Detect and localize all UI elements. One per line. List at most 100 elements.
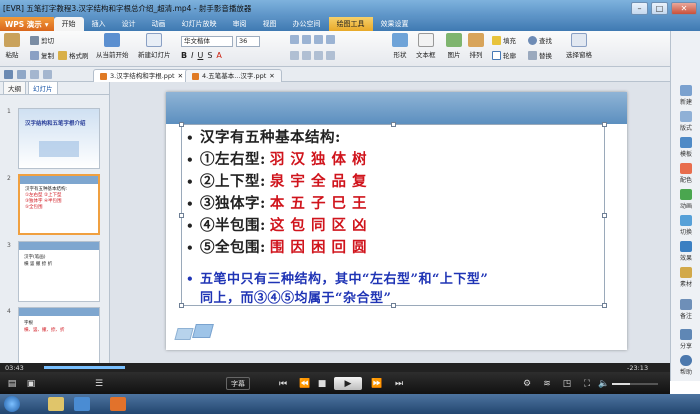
from-current-button[interactable]: 从当前开始 [96, 33, 129, 59]
slide-thumbnail-2[interactable]: 汉字有五种基本结构: ①左右型 ②上下型 ③独体字 ④半包围 ⑤全包围 [18, 174, 100, 235]
format-painter-button[interactable]: 格式刷 [58, 50, 89, 60]
close-tab-icon[interactable]: ✕ [269, 70, 274, 82]
tab-drawing-tools[interactable]: 绘图工具 [328, 17, 373, 31]
redo-icon[interactable] [43, 70, 52, 79]
sidebar-animation[interactable]: 动画 [673, 189, 699, 210]
fill-button[interactable]: 填充 [492, 35, 516, 45]
tab-slides[interactable]: 幻灯片 [28, 82, 58, 94]
start-button-icon[interactable] [4, 396, 20, 412]
tab-slideshow[interactable]: 幻灯片放映 [174, 17, 225, 31]
resize-handle[interactable] [179, 213, 184, 218]
find-button[interactable]: 查找 [528, 35, 552, 45]
doc-tab-2[interactable]: 4.五笔基本...汉字.ppt ✕ [185, 69, 282, 82]
slide-thumbnail-3[interactable]: 汉字(笔画) 横 竖 撇 捺 折 [18, 241, 100, 302]
sidebar-materials[interactable]: 素材 [673, 267, 699, 288]
fullscreen-icon[interactable]: ⛶ [580, 377, 594, 390]
maximize-button[interactable]: □ [651, 2, 668, 15]
sidebar-layout[interactable]: 版式 [673, 111, 699, 132]
resize-handle[interactable] [179, 122, 184, 127]
undo-icon[interactable] [30, 70, 39, 79]
sidebar-notes[interactable]: 备注 [673, 299, 699, 320]
doc-tab-1[interactable]: 3.汉字结构和字根.ppt ✕ [93, 69, 191, 82]
tab-effect-settings[interactable]: 效果设置 [373, 17, 417, 31]
volume-icon[interactable]: 🔈 [598, 377, 610, 390]
print-icon[interactable] [17, 70, 26, 79]
current-slide[interactable]: • 汉字有五种基本结构: • ①左右型: 羽 汉 独 体 树 • ②上下型: 泉 宇 全 … [166, 92, 627, 350]
pip-icon[interactable]: ◳ [560, 377, 574, 390]
transition-icon [680, 215, 692, 226]
copy-button[interactable]: 复制 [30, 50, 54, 60]
outline-button[interactable]: 轮廓 [492, 50, 516, 60]
seek-bar[interactable] [0, 363, 670, 372]
replace-button[interactable]: 替换 [528, 50, 552, 60]
forward-icon[interactable]: ⏩ [370, 377, 384, 390]
tab-review[interactable]: 审阅 [225, 17, 255, 31]
new-slide-button[interactable]: 新建幻灯片 [138, 33, 171, 59]
resize-handle[interactable] [602, 213, 607, 218]
picture-button[interactable]: 图片 [446, 33, 462, 59]
sidebar-help[interactable]: 帮助 [673, 355, 699, 376]
settings-icon[interactable]: ⚙ [520, 377, 534, 390]
rewind-icon[interactable]: ⏪ [298, 377, 312, 390]
sidebar-color-scheme[interactable]: 配色 [673, 163, 699, 184]
font-color-button[interactable]: A [216, 51, 221, 60]
textbox-button[interactable]: 文本框 [416, 33, 436, 59]
arrange-button[interactable]: 排列 [468, 33, 484, 59]
cut-button[interactable]: 剪切 [30, 35, 54, 45]
font-size-select[interactable]: 36 [236, 36, 260, 47]
subtitle-button[interactable]: 字幕 [226, 377, 250, 390]
wps-taskbar-icon[interactable] [110, 397, 126, 411]
paste-button[interactable]: 粘贴 [4, 33, 20, 59]
select-pane-button[interactable]: 选择窗格 [566, 33, 592, 59]
italic-button[interactable]: I [191, 51, 193, 60]
tab-start[interactable]: 开始 [53, 17, 84, 31]
screenshot-icon[interactable]: ▣ [24, 377, 38, 390]
tab-office-space[interactable]: 办公空间 [285, 17, 329, 31]
bold-button[interactable]: B [181, 51, 187, 60]
tab-design[interactable]: 设计 [114, 17, 144, 31]
tab-outline[interactable]: 大纲 [3, 82, 26, 94]
font-name-select[interactable]: 华文楷体 [181, 36, 233, 47]
align-right-icon[interactable] [314, 51, 323, 60]
sidebar-share[interactable]: 分享 [673, 329, 699, 350]
align-center-icon[interactable] [302, 51, 311, 60]
close-tab-icon[interactable]: ✕ [178, 70, 183, 82]
browser-icon[interactable] [74, 397, 90, 411]
resize-handle[interactable] [602, 303, 607, 308]
prev-icon[interactable]: ⏮ [276, 377, 290, 390]
volume-slider[interactable] [612, 383, 658, 385]
stop-icon[interactable]: ■ [316, 377, 328, 390]
shape-button[interactable]: 形状 [392, 33, 408, 59]
align-left-icon[interactable] [290, 51, 299, 60]
outdent-icon[interactable] [326, 35, 335, 44]
slide-thumbnail-4[interactable]: 字根 横、竖、撇、捺、折 [18, 307, 100, 363]
wps-app-button[interactable]: WPS 演示 ▾ [0, 17, 54, 31]
number-list-icon[interactable] [302, 35, 311, 44]
tab-view[interactable]: 视图 [255, 17, 285, 31]
sidebar-effects[interactable]: 效果 [673, 241, 699, 262]
slide-thumbnail-1[interactable]: 汉字结构和五笔字根介绍 [18, 108, 100, 169]
sidebar-template[interactable]: 模板 [673, 137, 699, 158]
open-file-icon[interactable]: ▤ [5, 377, 19, 390]
tab-insert[interactable]: 插入 [84, 17, 114, 31]
indent-icon[interactable] [314, 35, 323, 44]
justify-icon[interactable] [326, 51, 335, 60]
equalizer-icon[interactable]: ≋ [540, 377, 554, 390]
close-button[interactable]: ✕ [671, 2, 697, 15]
resize-handle[interactable] [391, 303, 396, 308]
resize-handle[interactable] [179, 303, 184, 308]
tab-animation[interactable]: 动画 [144, 17, 174, 31]
sidebar-transition[interactable]: 切换 [673, 215, 699, 236]
underline-button[interactable]: U [197, 51, 203, 60]
shadow-button[interactable]: S [207, 51, 212, 60]
resize-handle[interactable] [602, 122, 607, 127]
play-icon[interactable]: ▶ [334, 377, 362, 390]
save-icon[interactable] [4, 70, 13, 79]
next-icon[interactable]: ⏭ [392, 377, 406, 390]
resize-handle[interactable] [391, 122, 396, 127]
sidebar-new[interactable]: 新建 [673, 85, 699, 106]
bullet-list-icon[interactable] [290, 35, 299, 44]
playlist-icon[interactable]: ☰ [92, 377, 106, 390]
minimize-button[interactable]: – [631, 2, 648, 15]
folder-icon[interactable] [48, 397, 64, 411]
